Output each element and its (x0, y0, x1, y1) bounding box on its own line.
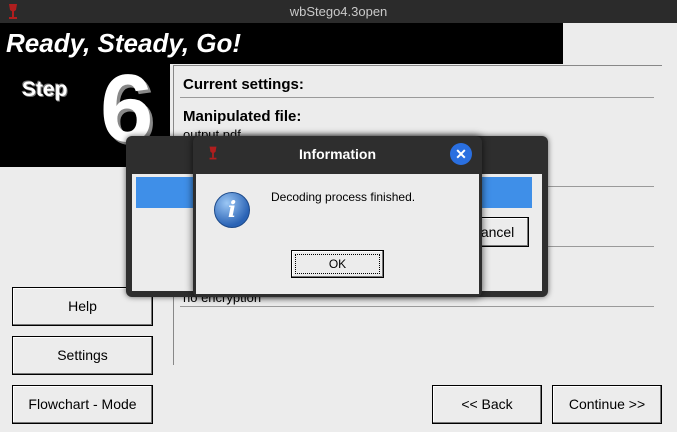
settings-button[interactable]: Settings (12, 336, 153, 375)
continue-button-label: Continue >> (568, 396, 646, 412)
dialog-message: Decoding process finished. (271, 190, 416, 204)
continue-button[interactable]: Continue >> (552, 385, 662, 424)
help-button-label: Help (68, 298, 97, 314)
dialog-body: i Decoding process finished. OK (196, 174, 479, 294)
ok-button[interactable]: OK (291, 250, 384, 278)
window-titlebar[interactable]: wbStego4.3open (0, 0, 677, 23)
divider (180, 97, 654, 98)
back-button[interactable]: << Back (432, 385, 542, 424)
divider (180, 306, 654, 307)
step-label: Step (22, 78, 68, 101)
flowchart-mode-button-label: Flowchart - Mode (28, 396, 137, 412)
focus-ring (295, 254, 380, 274)
information-dialog: Information ✕ i Decoding process finishe… (193, 136, 482, 297)
close-icon[interactable]: ✕ (450, 143, 472, 165)
settings-button-label: Settings (57, 347, 108, 363)
info-icon: i (214, 192, 250, 228)
current-settings-heading: Current settings: (183, 76, 304, 93)
banner-heading: Ready, Steady, Go! (0, 23, 563, 64)
window-title: wbStego4.3open (289, 4, 388, 19)
manipulated-file-heading: Manipulated file: (183, 108, 302, 125)
wine-glass-icon (9, 4, 17, 19)
back-button-label: << Back (461, 396, 513, 412)
flowchart-mode-button[interactable]: Flowchart - Mode (12, 385, 153, 424)
dialog-title: Information (299, 146, 376, 162)
